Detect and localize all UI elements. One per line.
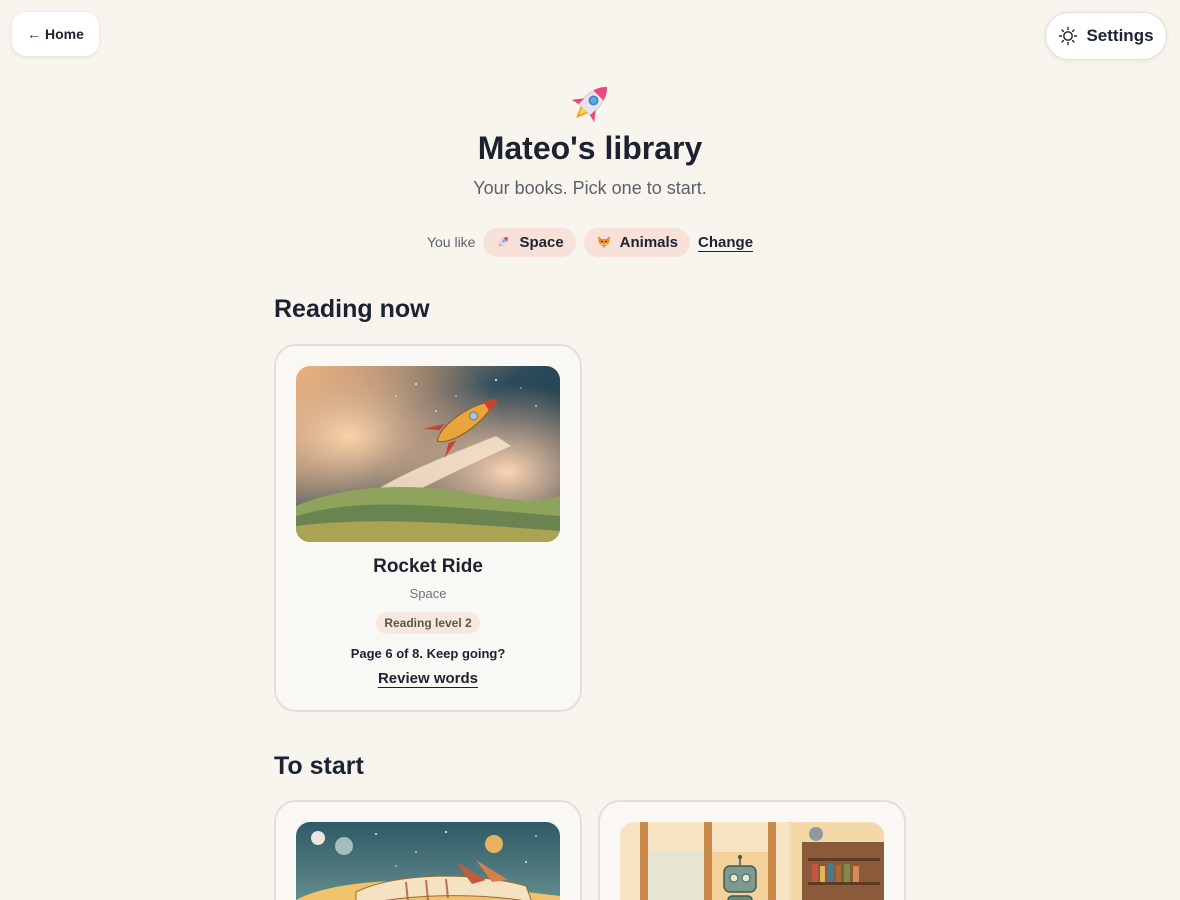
- rocket-icon: [495, 234, 511, 250]
- settings-button-label: Settings: [1086, 26, 1154, 45]
- reading-progress-text: Page 6 of 8. Keep going?: [350, 646, 506, 661]
- preferences-row: You like Space Animals Change: [0, 227, 1180, 257]
- sun-icon: [1058, 26, 1078, 46]
- book-cover-image[interactable]: [296, 822, 560, 900]
- book-cover-image[interactable]: [296, 366, 560, 542]
- home-button-label: ← Home: [27, 26, 84, 42]
- to-start-heading: To start: [274, 752, 364, 780]
- settings-button[interactable]: Settings: [1045, 12, 1167, 60]
- book-card[interactable]: Rocket Ride Space Reading level 2 Page 6…: [274, 344, 582, 712]
- chip-label: Space: [519, 233, 564, 251]
- home-button[interactable]: ← Home: [12, 12, 99, 56]
- book-cover-image[interactable]: [620, 822, 884, 900]
- review-words-link[interactable]: Review words: [276, 670, 580, 687]
- book-card[interactable]: [598, 800, 906, 900]
- chip-space: Space: [483, 227, 576, 257]
- book-category: Space: [409, 586, 447, 601]
- rocket-icon: [560, 78, 620, 130]
- preferences-label: You like: [426, 234, 476, 250]
- page-subtitle: Your books. Pick one to start.: [473, 178, 707, 198]
- reading-now-heading: Reading now: [274, 295, 430, 323]
- fox-icon: [596, 234, 612, 250]
- change-preferences-link[interactable]: Change: [698, 234, 753, 251]
- book-title: Rocket Ride: [373, 556, 483, 577]
- book-card[interactable]: [274, 800, 582, 900]
- chip-animals: Animals: [583, 227, 691, 257]
- reading-level-badge: Reading level 2: [376, 612, 480, 634]
- page-title: Mateo's library: [477, 130, 703, 166]
- review-words-label: Review words: [377, 670, 479, 687]
- chip-label: Animals: [619, 233, 679, 251]
